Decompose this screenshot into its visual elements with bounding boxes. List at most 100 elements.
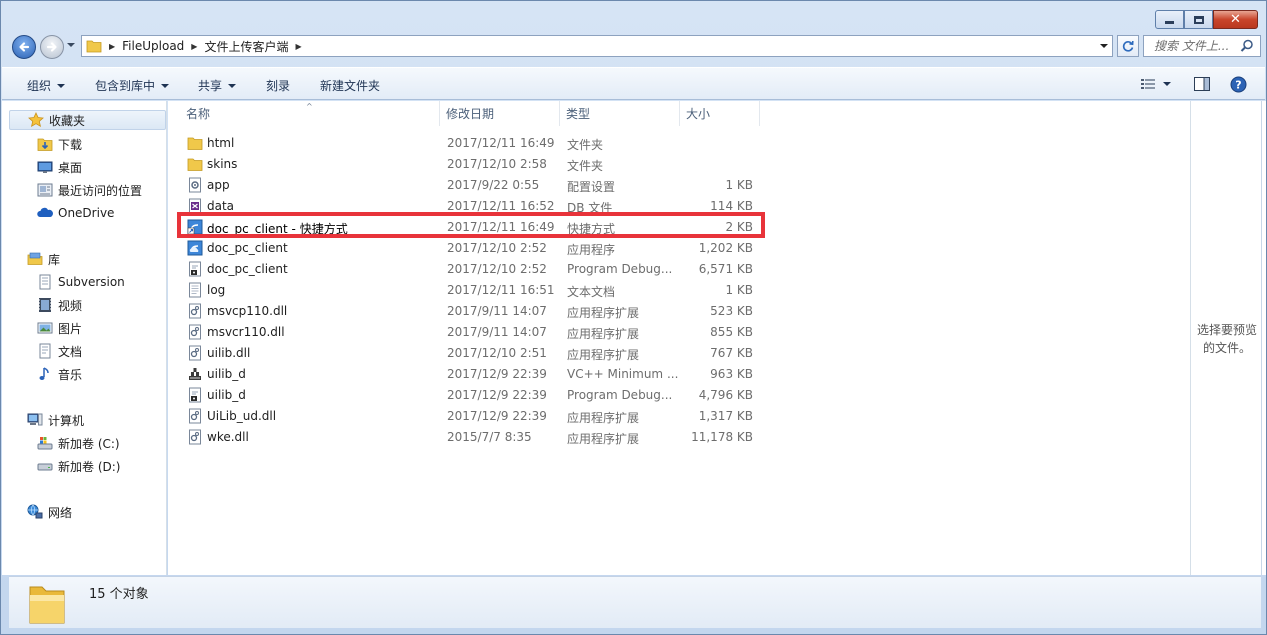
table-row[interactable]: data 2017/12/11 16:52 DB 文件 114 KB bbox=[182, 196, 772, 217]
column-header-size[interactable]: 大小 bbox=[680, 101, 760, 126]
file-date: 2015/7/7 8:35 bbox=[447, 430, 532, 444]
videos-icon bbox=[37, 297, 53, 313]
nav-item-label: 文档 bbox=[58, 344, 83, 359]
change-view-button[interactable] bbox=[1138, 74, 1174, 94]
burn-button[interactable]: 刻录 bbox=[266, 77, 290, 94]
file-date: 2017/12/10 2:58 bbox=[447, 157, 547, 171]
column-header-label: 修改日期 bbox=[446, 107, 495, 121]
table-row[interactable]: UiLib_ud.dll 2017/12/9 22:39 应用程序扩展 1,31… bbox=[182, 406, 772, 427]
nav-item-network[interactable]: 网络 bbox=[27, 502, 72, 522]
table-row[interactable]: uilib.dll 2017/12/10 2:51 应用程序扩展 767 KB bbox=[182, 343, 772, 364]
dll-file-icon bbox=[189, 324, 201, 340]
nav-item-drive-d[interactable]: 新加卷 (D:) bbox=[37, 456, 120, 476]
documents-icon bbox=[37, 343, 53, 359]
file-type: 配置设置 bbox=[567, 180, 616, 194]
dll-file-icon bbox=[189, 408, 201, 424]
search-box[interactable] bbox=[1143, 35, 1261, 57]
folder-icon bbox=[86, 40, 102, 53]
table-row[interactable]: log 2017/12/11 16:51 文本文档 1 KB bbox=[182, 280, 772, 301]
file-date: 2017/12/9 22:39 bbox=[447, 388, 547, 402]
organize-menu[interactable]: 组织 bbox=[27, 77, 66, 94]
preview-pane-icon bbox=[1194, 77, 1210, 91]
breadcrumb-fileupload[interactable]: FileUpload bbox=[122, 39, 184, 53]
nav-item-pictures[interactable]: 图片 bbox=[37, 318, 82, 338]
breadcrumb-arrow-icon[interactable]: ▶ bbox=[191, 42, 197, 51]
table-row[interactable]: uilib_d 2017/12/9 22:39 Program Debug...… bbox=[182, 385, 772, 406]
nav-item-videos[interactable]: 视频 bbox=[37, 295, 82, 315]
file-name: uilib_d bbox=[207, 388, 246, 402]
forward-button[interactable] bbox=[40, 35, 64, 59]
file-type: 应用程序 bbox=[567, 243, 616, 257]
table-row[interactable]: msvcr110.dll 2017/9/11 14:07 应用程序扩展 855 … bbox=[182, 322, 772, 343]
file-size: 1,202 KB bbox=[698, 241, 753, 255]
nav-item-desktop[interactable]: 桌面 bbox=[37, 157, 82, 177]
table-row[interactable]: doc_pc_client 2017/12/10 2:52 Program De… bbox=[182, 259, 772, 280]
address-bar[interactable]: ▶ FileUpload ▶ 文件上传客户端 ▶ bbox=[81, 35, 1113, 57]
file-name: msvcr110.dll bbox=[207, 325, 285, 339]
organize-label: 组织 bbox=[27, 79, 52, 93]
breadcrumb-current-folder[interactable]: 文件上传客户端 bbox=[204, 38, 288, 55]
share-menu[interactable]: 共享 bbox=[198, 77, 237, 94]
table-row[interactable]: uilib_d 2017/12/9 22:39 VC++ Minimum ...… bbox=[182, 364, 772, 385]
table-row[interactable]: wke.dll 2015/7/7 8:35 应用程序扩展 11,178 KB bbox=[182, 427, 772, 448]
nav-item-music[interactable]: 音乐 bbox=[37, 364, 82, 384]
search-icon[interactable] bbox=[1240, 39, 1254, 53]
column-header-date[interactable]: 修改日期 bbox=[440, 101, 560, 126]
help-button[interactable]: ? bbox=[1228, 74, 1248, 94]
maximize-button[interactable] bbox=[1184, 10, 1213, 29]
table-row[interactable]: msvcp110.dll 2017/9/11 14:07 应用程序扩展 523 … bbox=[182, 301, 772, 322]
new-folder-button[interactable]: 新建文件夹 bbox=[320, 77, 380, 94]
minimize-button[interactable] bbox=[1155, 10, 1184, 29]
nav-item-libraries[interactable]: 库 bbox=[27, 249, 60, 269]
file-size: 855 KB bbox=[710, 325, 753, 339]
search-input[interactable] bbox=[1154, 39, 1234, 53]
file-name: wke.dll bbox=[207, 430, 249, 444]
table-row[interactable]: app 2017/9/22 0:55 配置设置 1 KB bbox=[182, 175, 772, 196]
breadcrumb-arrow-icon[interactable]: ▶ bbox=[109, 42, 115, 51]
table-row[interactable]: skins 2017/12/10 2:58 文件夹 bbox=[182, 154, 772, 175]
close-button[interactable]: ✕ bbox=[1213, 10, 1258, 29]
file-name: app bbox=[207, 178, 230, 192]
address-history-dropdown[interactable] bbox=[1100, 44, 1108, 48]
nav-item-computer[interactable]: 计算机 bbox=[27, 410, 84, 430]
nav-item-subversion[interactable]: Subversion bbox=[37, 272, 125, 292]
recent-pages-dropdown[interactable] bbox=[67, 43, 75, 47]
nav-item-recent-places[interactable]: 最近访问的位置 bbox=[37, 180, 142, 200]
file-date: 2017/12/11 16:51 bbox=[447, 283, 555, 297]
nav-item-label: 桌面 bbox=[58, 160, 83, 175]
file-date: 2017/9/22 0:55 bbox=[447, 178, 540, 192]
column-header-type[interactable]: 类型 bbox=[560, 101, 680, 126]
file-date: 2017/12/11 16:52 bbox=[447, 199, 555, 213]
column-header-label: 名称 bbox=[186, 107, 211, 121]
column-header-name[interactable]: 名称 bbox=[180, 101, 440, 126]
folder-icon bbox=[187, 137, 203, 150]
star-icon bbox=[28, 112, 44, 128]
include-in-library-menu[interactable]: 包含到库中 bbox=[95, 77, 170, 94]
dll-file-icon bbox=[189, 345, 201, 361]
explorer-window: ✕ ▶ FileUpload ▶ 文件上传客户端 ▶ 组织 包含到库中 共享 刻… bbox=[0, 0, 1267, 635]
nav-item-onedrive[interactable]: OneDrive bbox=[37, 203, 114, 223]
column-header-label: 大小 bbox=[686, 107, 711, 121]
folder-large-icon bbox=[29, 586, 65, 624]
breadcrumb-arrow-icon[interactable]: ▶ bbox=[295, 42, 301, 51]
left-border bbox=[2, 101, 9, 575]
nav-item-documents[interactable]: 文档 bbox=[37, 341, 82, 361]
table-row[interactable]: doc_pc_client 2017/12/10 2:52 应用程序 1,202… bbox=[182, 238, 772, 259]
navigation-pane: 收藏夹 下载 桌面 最近访问的位置 OneDrive 库 Subversion bbox=[9, 101, 167, 575]
table-row[interactable]: html 2017/12/11 16:49 文件夹 bbox=[182, 133, 772, 154]
db-file-icon bbox=[189, 198, 201, 214]
nav-item-label: 图片 bbox=[58, 321, 83, 336]
file-date: 2017/9/11 14:07 bbox=[447, 325, 547, 339]
preview-pane-button[interactable] bbox=[1192, 74, 1212, 94]
onedrive-cloud-icon bbox=[37, 205, 53, 221]
nav-item-favorites[interactable]: 收藏夹 bbox=[9, 110, 166, 130]
refresh-button[interactable] bbox=[1117, 35, 1139, 57]
back-button[interactable] bbox=[12, 35, 36, 59]
table-row[interactable]: doc_pc_client - 快捷方式 2017/12/11 16:49 快捷… bbox=[182, 217, 772, 238]
file-date: 2017/12/9 22:39 bbox=[447, 367, 547, 381]
nav-item-downloads[interactable]: 下载 bbox=[37, 134, 82, 154]
file-size: 963 KB bbox=[710, 367, 753, 381]
subversion-library-icon bbox=[37, 274, 53, 290]
minimize-icon bbox=[1165, 21, 1174, 24]
nav-item-drive-c[interactable]: 新加卷 (C:) bbox=[37, 433, 120, 453]
